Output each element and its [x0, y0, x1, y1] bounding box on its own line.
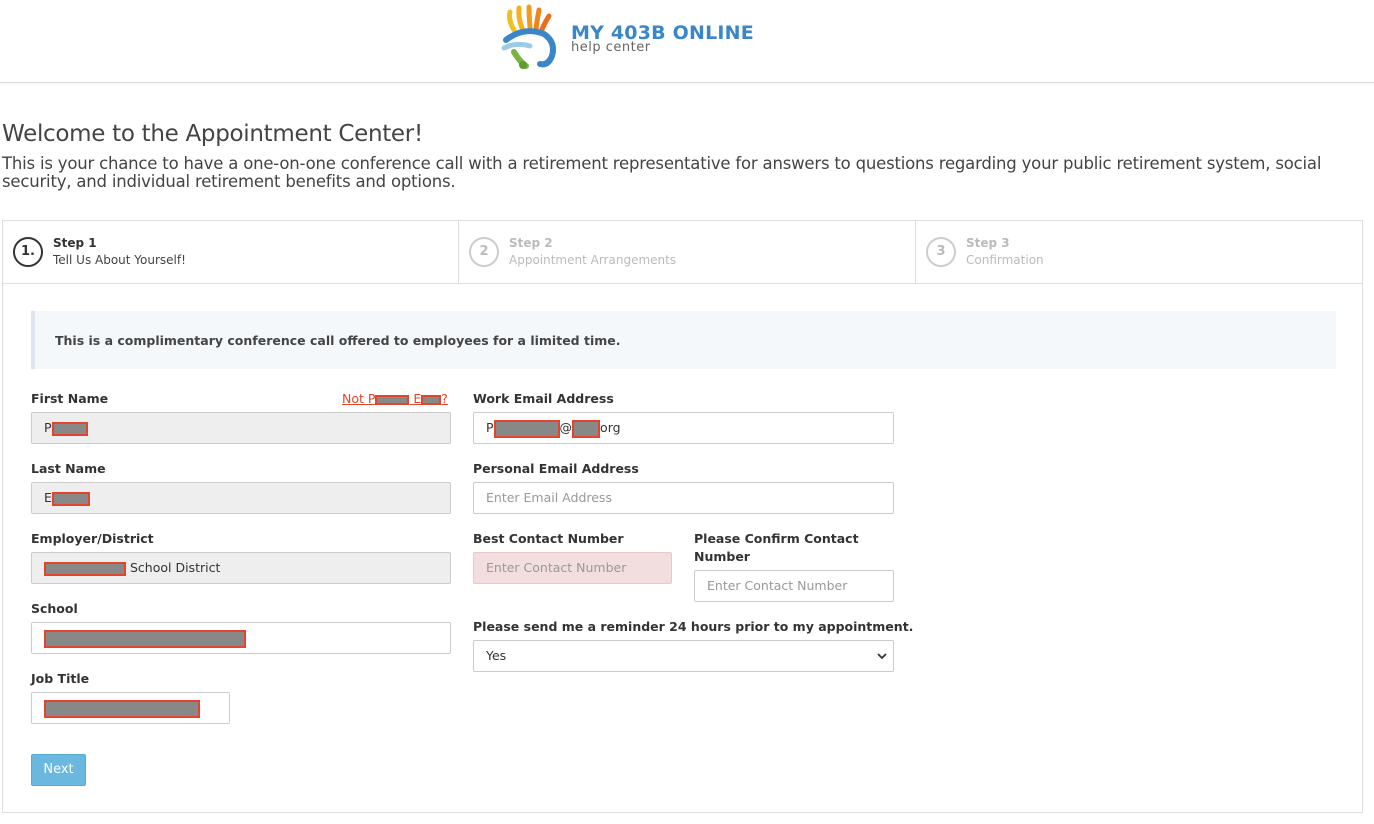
redacted-block [493, 419, 560, 438]
redacted-block [44, 561, 126, 576]
school-field[interactable] [31, 622, 451, 654]
reminder-selected: Yes [486, 648, 507, 663]
last-name-value: E [44, 490, 52, 505]
hand-logo-icon [501, 4, 556, 69]
appointment-card: 1. Step 1 Tell Us About Yourself! 2 Step… [2, 220, 1363, 813]
notice-box: This is a complimentary conference call … [31, 311, 1336, 369]
personal-email-label: Personal Email Address [473, 461, 639, 476]
reminder-label: Please send me a reminder 24 hours prior… [473, 619, 914, 634]
chevron-down-icon [877, 653, 887, 660]
employer-value: School District [129, 560, 221, 575]
work-email-suffix: org [600, 420, 621, 435]
redacted-block [572, 419, 601, 438]
confirm-contact-field[interactable]: Enter Contact Number [694, 570, 894, 602]
intro-text: This is your chance to have a one-on-one… [2, 154, 1322, 191]
contact-number-field[interactable]: Enter Contact Number [473, 552, 672, 584]
employer-label: Employer/District [31, 531, 154, 546]
not-user-link-suffix: ? [441, 391, 448, 406]
job-title-label: Job Title [31, 671, 90, 686]
work-email-prefix: P [486, 420, 494, 435]
school-label: School [31, 601, 78, 616]
step-1-desc: Tell Us About Yourself! [53, 253, 186, 267]
first-name-field[interactable]: P [31, 412, 451, 444]
step-2-name: Step 2 [509, 236, 553, 250]
redacted-block [421, 394, 442, 405]
step-2-desc: Appointment Arrangements [509, 253, 677, 267]
contact-number-placeholder: Enter Contact Number [486, 560, 627, 575]
confirm-contact-label: Please Confirm Contact Number [694, 531, 859, 564]
work-email-at: @ [559, 420, 573, 435]
brand-subtitle: help center [571, 40, 651, 55]
contact-label: Best Contact Number [473, 531, 624, 546]
step-1-name: Step 1 [53, 236, 97, 250]
personal-email-field[interactable]: Enter Email Address [473, 482, 894, 514]
step-1: 1. Step 1 Tell Us About Yourself! [3, 221, 459, 283]
not-user-link-prefix: Not P [342, 391, 376, 406]
last-name-label: Last Name [31, 461, 106, 476]
notice-text: This is a complimentary conference call … [55, 333, 621, 348]
step-3-circle: 3 [926, 237, 956, 267]
step-2-circle: 2 [469, 237, 499, 267]
step-3-desc: Confirmation [966, 253, 1044, 267]
redacted-block [44, 699, 200, 718]
page-title: Welcome to the Appointment Center! [2, 121, 423, 147]
employer-field[interactable]: School District [31, 552, 451, 584]
job-title-field[interactable] [31, 692, 230, 724]
redacted-block [44, 629, 246, 648]
redacted-block [375, 394, 410, 405]
first-name-value: P [44, 420, 52, 435]
step-3-name: Step 3 [966, 236, 1010, 250]
step-3: 3 Step 3 Confirmation [916, 221, 1362, 283]
step-2: 2 Step 2 Appointment Arrangements [459, 221, 916, 283]
redacted-block [51, 491, 90, 506]
step-1-circle: 1. [13, 237, 43, 267]
personal-email-placeholder: Enter Email Address [486, 490, 612, 505]
not-user-link[interactable]: Not P E? [342, 391, 448, 406]
redacted-block [51, 421, 88, 436]
confirm-contact-placeholder: Enter Contact Number [707, 578, 848, 593]
last-name-field[interactable]: E [31, 482, 451, 514]
next-button[interactable]: Next [31, 754, 86, 786]
brand-logo[interactable]: MY 403B ONLINE help center [500, 4, 754, 74]
site-header: MY 403B ONLINE help center [0, 0, 1374, 83]
work-email-field[interactable]: P @ org [473, 412, 894, 444]
work-email-label: Work Email Address [473, 391, 614, 406]
step-progress: 1. Step 1 Tell Us About Yourself! 2 Step… [3, 221, 1362, 284]
reminder-select[interactable]: Yes [473, 640, 894, 672]
first-name-label: First Name [31, 391, 109, 406]
